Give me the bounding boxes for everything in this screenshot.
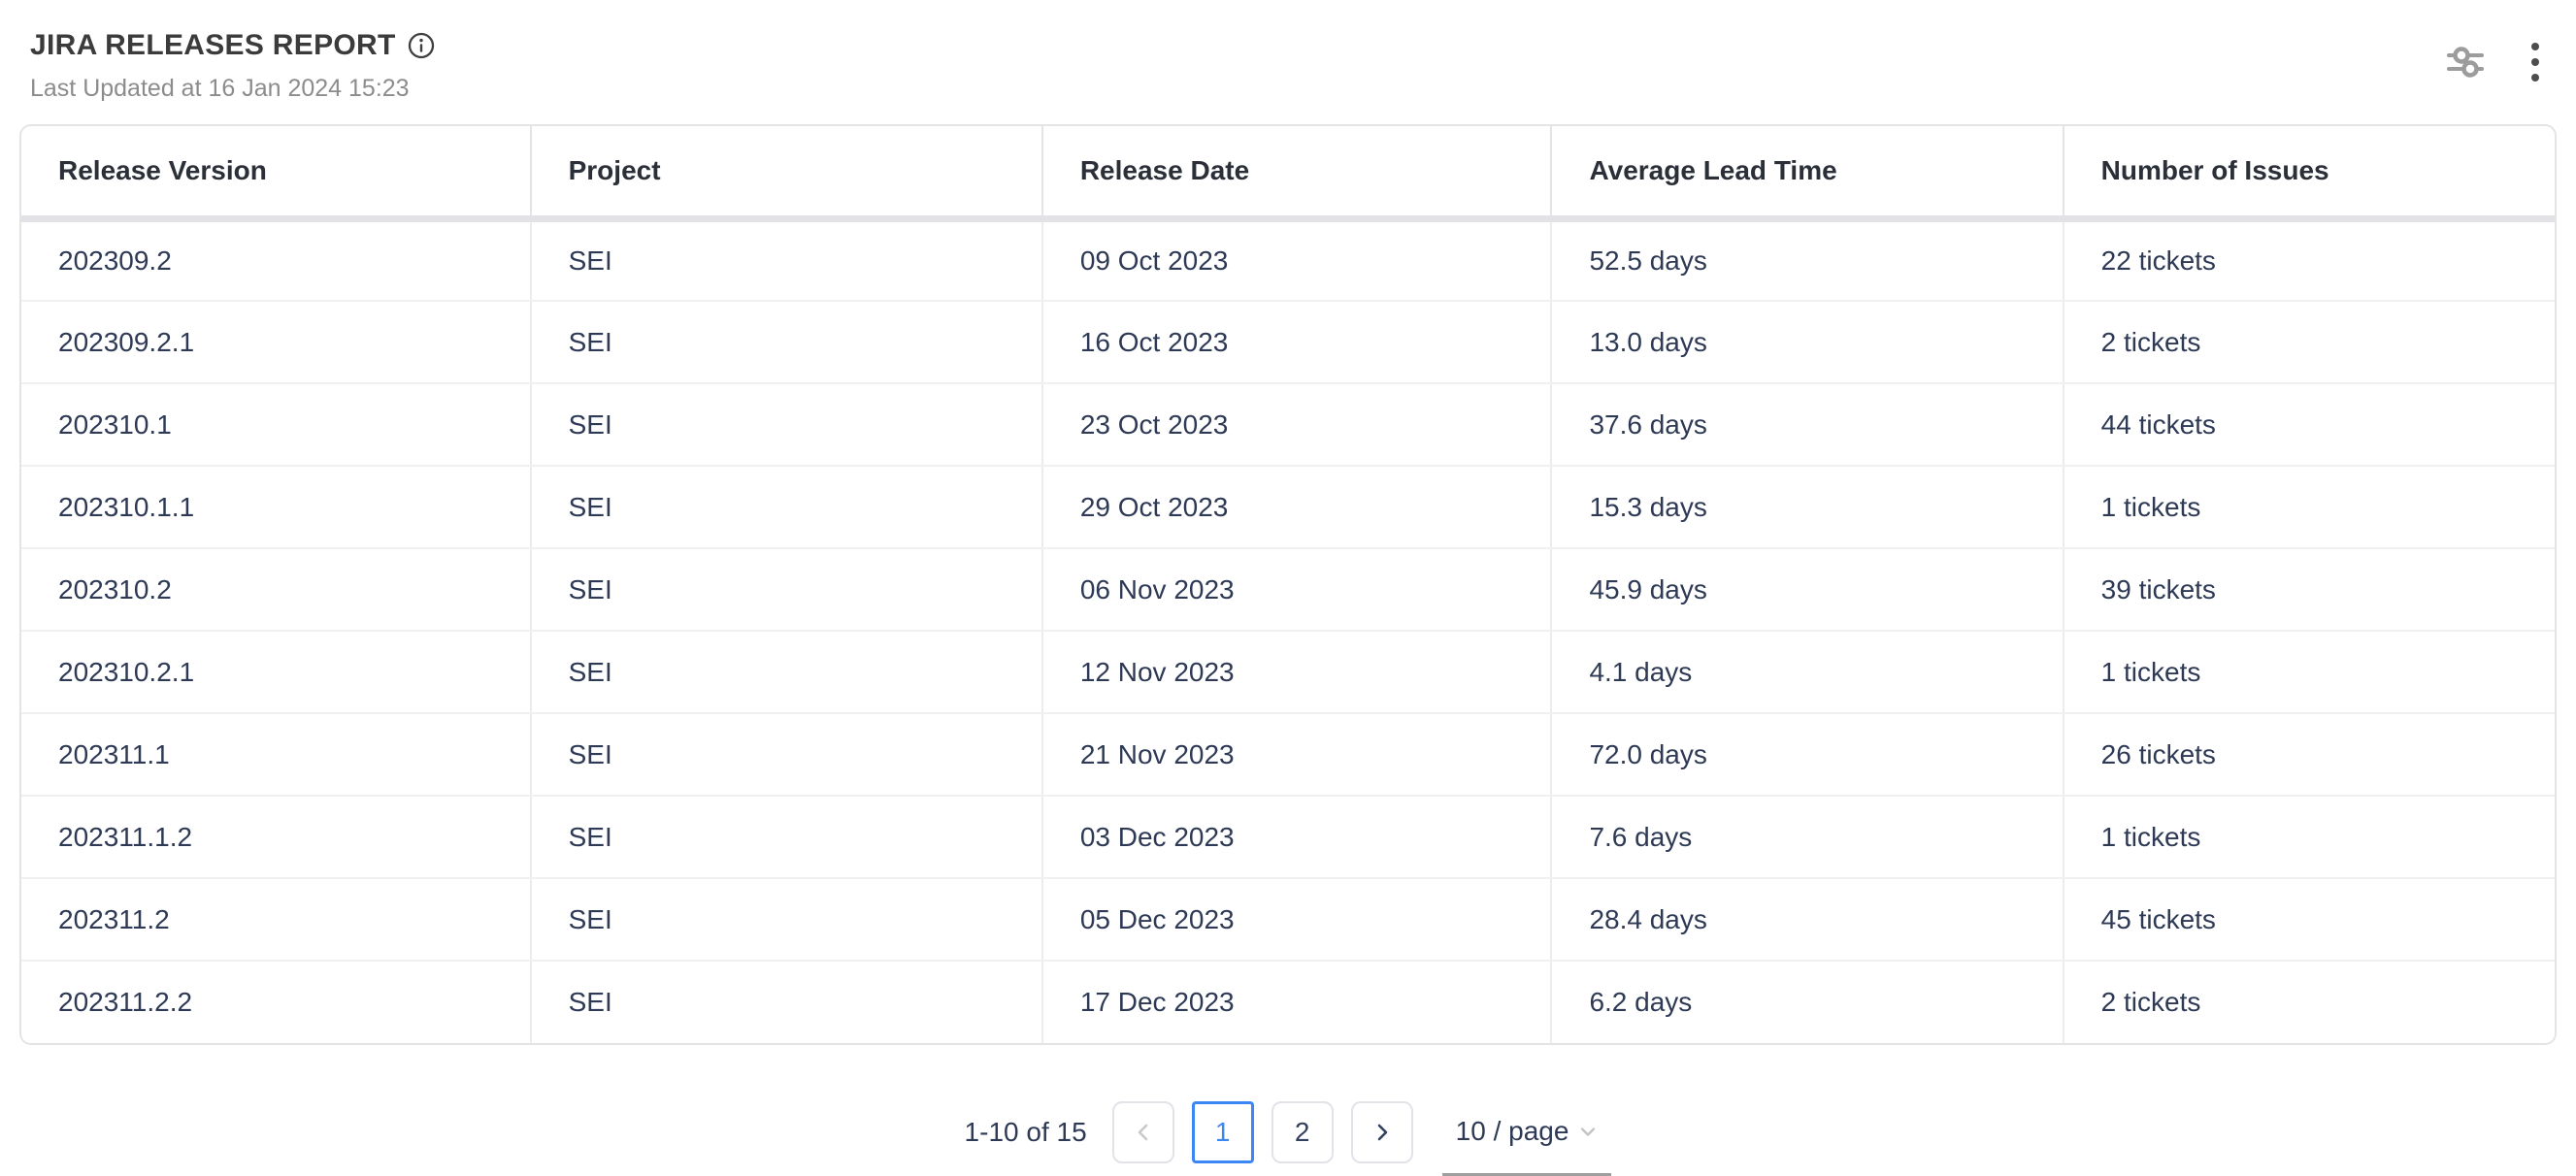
cell-avg_lead_time: 6.2 days: [1551, 961, 2063, 1043]
cell-num_issues: 1 tickets: [2064, 796, 2555, 878]
cell-release_version: 202311.2: [21, 878, 531, 961]
last-updated-label: Last Updated at 16 Jan 2024 15:23: [30, 75, 435, 103]
cell-project: SEI: [531, 961, 1042, 1043]
cell-avg_lead_time: 45.9 days: [1551, 548, 2063, 631]
cell-num_issues: 39 tickets: [2064, 548, 2555, 631]
cell-project: SEI: [531, 631, 1042, 713]
cell-num_issues: 1 tickets: [2064, 631, 2555, 713]
cell-project: SEI: [531, 548, 1042, 631]
chevron-right-icon: [1371, 1122, 1393, 1143]
cell-avg_lead_time: 52.5 days: [1551, 218, 2063, 301]
cell-release_version: 202311.1: [21, 713, 531, 796]
column-header-num_issues: Number of Issues: [2064, 126, 2555, 218]
cell-release_date: 03 Dec 2023: [1042, 796, 1552, 878]
cell-release_date: 09 Oct 2023: [1042, 218, 1552, 301]
table-row: 202310.2SEI06 Nov 202345.9 days39 ticket…: [21, 548, 2555, 631]
cell-release_version: 202310.1: [21, 383, 531, 466]
cell-num_issues: 1 tickets: [2064, 466, 2555, 548]
kebab-menu-icon[interactable]: [2529, 41, 2541, 83]
cell-project: SEI: [531, 383, 1042, 466]
cell-release_date: 06 Nov 2023: [1042, 548, 1552, 631]
cell-release_version: 202310.1.1: [21, 466, 531, 548]
pagination-range: 1-10 of 15: [965, 1117, 1087, 1148]
pagination: 1-10 of 15 1 2 10 / page: [0, 1089, 2576, 1176]
cell-release_date: 17 Dec 2023: [1042, 961, 1552, 1043]
chevron-left-icon: [1133, 1122, 1154, 1143]
header-actions: [2446, 41, 2541, 83]
cell-num_issues: 26 tickets: [2064, 713, 2555, 796]
cell-project: SEI: [531, 796, 1042, 878]
info-icon[interactable]: [408, 32, 435, 59]
cell-release_version: 202309.2: [21, 218, 531, 301]
chevron-down-icon: [1578, 1122, 1598, 1141]
cell-avg_lead_time: 15.3 days: [1551, 466, 2063, 548]
table-row: 202311.2SEI05 Dec 202328.4 days45 ticket…: [21, 878, 2555, 961]
cell-num_issues: 2 tickets: [2064, 961, 2555, 1043]
pagination-prev-button[interactable]: [1112, 1101, 1174, 1163]
table-row: 202311.2.2SEI17 Dec 20236.2 days2 ticket…: [21, 961, 2555, 1043]
page-size-label: 10 / page: [1456, 1116, 1569, 1147]
page-size-select[interactable]: 10 / page: [1442, 1089, 1612, 1176]
cell-avg_lead_time: 4.1 days: [1551, 631, 2063, 713]
releases-table: Release VersionProjectRelease DateAverag…: [19, 124, 2557, 1045]
cell-release_date: 12 Nov 2023: [1042, 631, 1552, 713]
cell-project: SEI: [531, 878, 1042, 961]
column-header-release_version: Release Version: [21, 126, 531, 218]
cell-num_issues: 2 tickets: [2064, 301, 2555, 383]
cell-release_version: 202311.2.2: [21, 961, 531, 1043]
cell-release_version: 202310.2: [21, 548, 531, 631]
cell-project: SEI: [531, 466, 1042, 548]
page-title: JIRA RELEASES REPORT: [30, 29, 396, 62]
pagination-page-1[interactable]: 1: [1192, 1101, 1254, 1163]
table-row: 202310.2.1SEI12 Nov 20234.1 days1 ticket…: [21, 631, 2555, 713]
cell-release_date: 05 Dec 2023: [1042, 878, 1552, 961]
cell-release_date: 23 Oct 2023: [1042, 383, 1552, 466]
cell-release_date: 29 Oct 2023: [1042, 466, 1552, 548]
cell-release_version: 202311.1.2: [21, 796, 531, 878]
column-header-release_date: Release Date: [1042, 126, 1552, 218]
cell-avg_lead_time: 7.6 days: [1551, 796, 2063, 878]
cell-num_issues: 45 tickets: [2064, 878, 2555, 961]
cell-avg_lead_time: 28.4 days: [1551, 878, 2063, 961]
table-row: 202311.1SEI21 Nov 202372.0 days26 ticket…: [21, 713, 2555, 796]
table-row: 202310.1.1SEI29 Oct 202315.3 days1 ticke…: [21, 466, 2555, 548]
cell-avg_lead_time: 72.0 days: [1551, 713, 2063, 796]
table-header-row: Release VersionProjectRelease DateAverag…: [21, 126, 2555, 218]
cell-avg_lead_time: 37.6 days: [1551, 383, 2063, 466]
table-row: 202310.1SEI23 Oct 202337.6 days44 ticket…: [21, 383, 2555, 466]
report-header: JIRA RELEASES REPORT Last Updated at 16 …: [30, 29, 435, 103]
column-header-project: Project: [531, 126, 1042, 218]
cell-project: SEI: [531, 218, 1042, 301]
table-row: 202309.2SEI09 Oct 202352.5 days22 ticket…: [21, 218, 2555, 301]
cell-project: SEI: [531, 713, 1042, 796]
cell-num_issues: 22 tickets: [2064, 218, 2555, 301]
column-header-avg_lead_time: Average Lead Time: [1551, 126, 2063, 218]
cell-release_version: 202309.2.1: [21, 301, 531, 383]
filter-sliders-icon[interactable]: [2446, 43, 2485, 82]
pagination-page-2[interactable]: 2: [1271, 1101, 1334, 1163]
pagination-next-button[interactable]: [1351, 1101, 1413, 1163]
cell-num_issues: 44 tickets: [2064, 383, 2555, 466]
cell-project: SEI: [531, 301, 1042, 383]
cell-release_version: 202310.2.1: [21, 631, 531, 713]
table-row: 202309.2.1SEI16 Oct 202313.0 days2 ticke…: [21, 301, 2555, 383]
cell-release_date: 16 Oct 2023: [1042, 301, 1552, 383]
cell-avg_lead_time: 13.0 days: [1551, 301, 2063, 383]
table-row: 202311.1.2SEI03 Dec 20237.6 days1 ticket…: [21, 796, 2555, 878]
cell-release_date: 21 Nov 2023: [1042, 713, 1552, 796]
